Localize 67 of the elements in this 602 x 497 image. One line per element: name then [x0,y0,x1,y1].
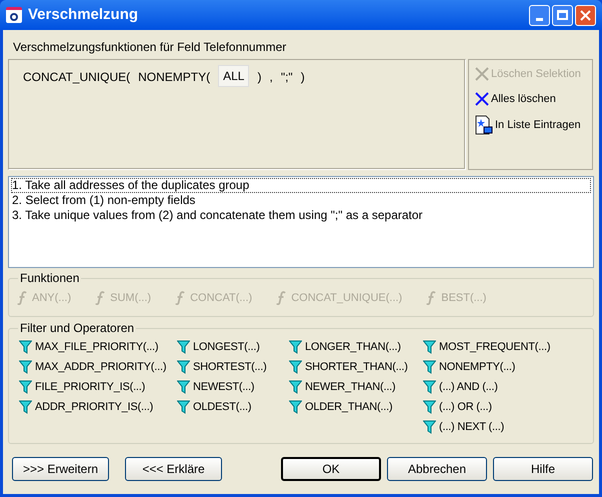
explanation-line[interactable]: 2. Select from (1) non-empty fields [11,193,591,208]
group-title: Filter und Operatoren [19,320,136,337]
filter-button[interactable]: OLDEST(...) [177,397,289,417]
explanation-line[interactable]: 3. Take unique values from (2) and concatenate them using ";" as a separator [11,208,591,223]
funnel-icon [289,380,302,394]
section-heading: Verschmelzungsfunktionen für Feld Telefonnummer [13,39,288,55]
funnel-icon [423,360,436,374]
dialog-button[interactable]: Abbrechen [387,457,487,481]
filter-button[interactable]: MAX_ADDR_PRIORITY(...) [19,357,177,377]
filter-button[interactable]: (...) AND (...) [423,377,583,397]
delete-button[interactable]: Alles löschen [475,90,586,107]
filter-button[interactable]: SHORTER_THAN(...) [289,357,423,377]
filter-button[interactable]: (...) OR (...) [423,397,583,417]
cross-icon [475,67,489,82]
funnel-icon [289,340,302,354]
funnel-icon [19,360,32,374]
filter-button[interactable]: FILE_PRIORITY_IS(...) [19,377,177,397]
funnel-icon [19,380,32,394]
filter-button[interactable]: LONGEST(...) [177,337,289,357]
expression-token[interactable]: ";" [280,68,293,86]
dialog-button[interactable]: <<< Erkläre [125,457,222,481]
function-icon [17,291,27,306]
dialog-button[interactable]: >>> Erweitern [12,457,109,481]
group-title: Funktionen [19,270,80,287]
function-icon [276,291,286,306]
filter-button[interactable]: MOST_FREQUENT(...) [423,337,583,357]
funnel-icon [423,400,436,414]
funnel-icon [19,400,32,414]
minimize-button[interactable] [529,4,550,26]
funnel-icon [177,360,190,374]
funnel-icon [423,420,436,434]
filter-button[interactable]: NEWER_THAN(...) [289,377,423,397]
filter-button[interactable]: OLDER_THAN(...) [289,397,423,417]
expression-token[interactable]: NONEMPTY( [138,68,210,86]
dialog-button[interactable]: OK [281,457,381,481]
function-icon [175,291,186,306]
expression-token[interactable]: ALL [218,65,250,87]
funnel-icon [423,380,436,394]
document-insert-icon [475,115,493,135]
funnel-icon [289,400,302,414]
funnel-icon [423,340,436,354]
filter-button[interactable]: NEWEST(...) [177,377,289,397]
funnel-icon [177,400,190,414]
filter-button[interactable]: SHORTEST(...) [177,357,289,377]
close-icon [580,10,591,20]
cross-icon [475,92,489,106]
insert-button[interactable]: In Liste Eintragen [475,115,586,135]
filter-button[interactable]: MAX_FILE_PRIORITY(...) [19,337,177,357]
maximize-button[interactable] [552,4,573,26]
close-button[interactable] [575,4,596,26]
window-title: Verschmelzung [28,4,138,25]
expression-token[interactable]: ) [300,68,305,86]
function-icon [95,291,106,306]
funnel-icon [177,380,190,394]
filter-button[interactable]: ADDR_PRIORITY_IS(...) [19,397,177,417]
funnel-icon [19,340,32,354]
expression-token[interactable]: CONCAT_UNIQUE( [23,68,130,86]
filter-button[interactable]: LONGER_THAN(...) [289,337,423,357]
filter-button[interactable]: (...) NEXT (...) [423,417,583,437]
funnel-icon [289,360,302,374]
dialog-button[interactable]: Hilfe [493,457,593,481]
funnel-icon [177,340,190,354]
expression-token[interactable]: , [269,68,273,86]
function-icon [426,291,436,306]
app-icon [6,7,22,23]
expression-token[interactable]: ) [257,68,262,86]
filter-button[interactable]: NONEMPTY(...) [423,357,583,377]
